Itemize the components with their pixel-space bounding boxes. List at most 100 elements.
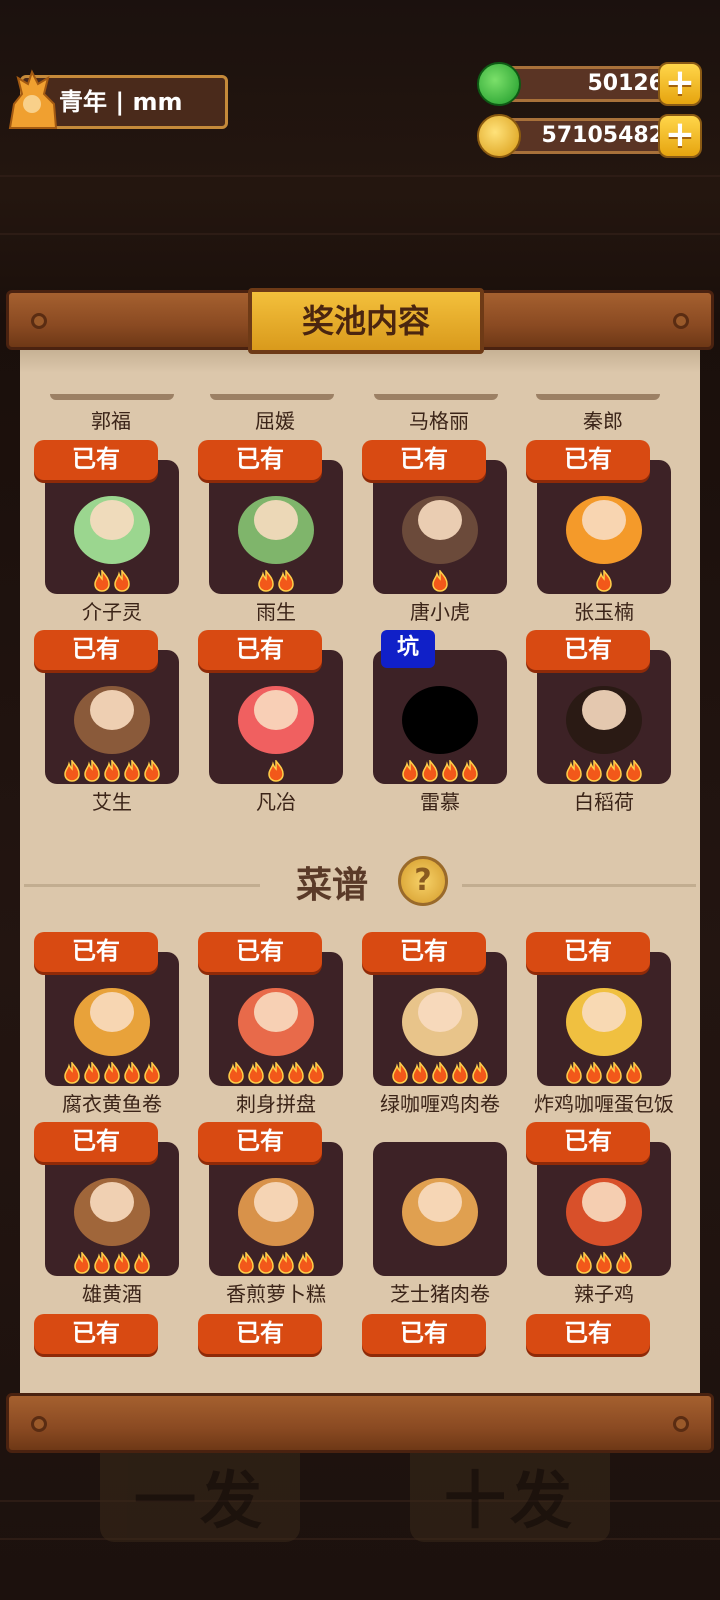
card-name: 腐衣黄鱼卷 xyxy=(62,1092,162,1116)
pool-card[interactable] xyxy=(537,952,671,1086)
flame-icon xyxy=(432,570,448,592)
flame-icon xyxy=(64,760,80,782)
owned-tag: 已有 xyxy=(526,1314,650,1354)
divider-left xyxy=(24,884,260,887)
flame-rating xyxy=(373,1062,507,1084)
card-name: 雷慕 xyxy=(420,790,460,814)
flame-rating xyxy=(209,760,343,782)
flame-icon xyxy=(258,1252,274,1274)
flame-icon xyxy=(74,1252,90,1274)
owned-tag: 已有 xyxy=(526,932,650,972)
flame-icon xyxy=(268,1062,284,1084)
flame-rating xyxy=(209,1062,343,1084)
flame-icon xyxy=(114,570,130,592)
pool-card[interactable] xyxy=(45,650,179,784)
flame-icon xyxy=(566,760,582,782)
card-name: 炸鸡咖喱蛋包饭 xyxy=(534,1092,674,1116)
pool-card[interactable] xyxy=(373,460,507,594)
flame-icon xyxy=(462,760,478,782)
flame-icon xyxy=(298,1252,314,1274)
owned-tag: 已有 xyxy=(362,932,486,972)
background-band xyxy=(0,175,720,235)
owned-tag: 已有 xyxy=(34,1122,158,1162)
flame-icon xyxy=(586,760,602,782)
flame-icon xyxy=(606,760,622,782)
pit-tag: 坑 xyxy=(381,630,435,668)
card-name: 凡冶 xyxy=(256,790,296,814)
card-edge xyxy=(210,394,334,400)
pool-card[interactable] xyxy=(209,650,343,784)
gold-coin-icon xyxy=(477,114,521,158)
flame-icon xyxy=(124,1062,140,1084)
pool-card[interactable] xyxy=(537,460,671,594)
flame-icon xyxy=(248,1062,264,1084)
owned-tag: 已有 xyxy=(526,630,650,670)
pool-card[interactable] xyxy=(373,952,507,1086)
flame-icon xyxy=(278,570,294,592)
pool-card[interactable] xyxy=(45,952,179,1086)
card-name: 雄黄酒 xyxy=(82,1282,142,1306)
pool-card[interactable] xyxy=(537,650,671,784)
flame-icon xyxy=(616,1252,632,1274)
jade-value: 50126 xyxy=(587,71,664,96)
flame-icon xyxy=(596,570,612,592)
flame-rating xyxy=(45,570,179,592)
divider-right xyxy=(462,884,696,887)
flame-icon xyxy=(626,760,642,782)
pool-card[interactable] xyxy=(537,1142,671,1276)
pool-card[interactable] xyxy=(209,460,343,594)
bolt-icon xyxy=(673,1416,689,1432)
owned-tag: 已有 xyxy=(34,1314,158,1354)
flame-rating xyxy=(537,570,671,592)
ten-draw-label: 十发 xyxy=(443,1464,576,1537)
flame-icon xyxy=(268,760,284,782)
flame-icon xyxy=(94,1252,110,1274)
question-icon[interactable]: ? xyxy=(398,856,448,906)
pool-card[interactable] xyxy=(373,1142,507,1276)
pool-card[interactable] xyxy=(45,460,179,594)
flame-icon xyxy=(228,1062,244,1084)
card-name: 马格丽 xyxy=(409,409,469,433)
owned-tag: 已有 xyxy=(34,932,158,972)
card-name: 白稻荷 xyxy=(574,790,634,814)
flame-icon xyxy=(606,1062,622,1084)
card-name: 辣子鸡 xyxy=(574,1282,634,1306)
card-name: 介子灵 xyxy=(82,600,142,624)
add-coin-button[interactable]: + xyxy=(658,114,702,158)
flame-icon xyxy=(84,1062,100,1084)
card-name: 郭福 xyxy=(91,409,131,433)
flame-icon xyxy=(124,760,140,782)
flame-icon xyxy=(402,760,418,782)
flame-icon xyxy=(626,1062,642,1084)
flame-rating xyxy=(537,760,671,782)
flame-icon xyxy=(586,1062,602,1084)
card-name: 刺身拼盘 xyxy=(236,1092,316,1116)
owned-tag: 已有 xyxy=(362,1314,486,1354)
pool-card[interactable] xyxy=(45,1142,179,1276)
owned-tag: 已有 xyxy=(526,440,650,480)
flame-icon xyxy=(134,1252,150,1274)
add-jade-button[interactable]: + xyxy=(658,62,702,106)
owned-tag: 已有 xyxy=(526,1122,650,1162)
pool-card[interactable] xyxy=(209,952,343,1086)
card-name: 雨生 xyxy=(256,600,296,624)
flame-icon xyxy=(64,1062,80,1084)
owned-tag: 已有 xyxy=(198,1314,322,1354)
owned-tag: 已有 xyxy=(198,932,322,972)
pool-card[interactable] xyxy=(209,1142,343,1276)
flame-rating xyxy=(373,760,507,782)
player-name: 青年 | mm xyxy=(59,88,183,116)
card-name: 唐小虎 xyxy=(410,600,470,624)
flame-icon xyxy=(104,760,120,782)
card-name: 绿咖喱鸡肉卷 xyxy=(380,1092,500,1116)
flame-icon xyxy=(288,1062,304,1084)
flame-rating xyxy=(209,1252,343,1274)
card-name: 张玉楠 xyxy=(574,600,634,624)
card-name: 芝士猪肉卷 xyxy=(390,1282,490,1306)
single-draw-label: 一发 xyxy=(133,1464,266,1537)
flame-rating xyxy=(373,570,507,592)
panel-title: 奖池内容 xyxy=(248,288,484,354)
card-name: 艾生 xyxy=(92,790,132,814)
flame-icon xyxy=(432,1062,448,1084)
pool-card[interactable] xyxy=(373,650,507,784)
